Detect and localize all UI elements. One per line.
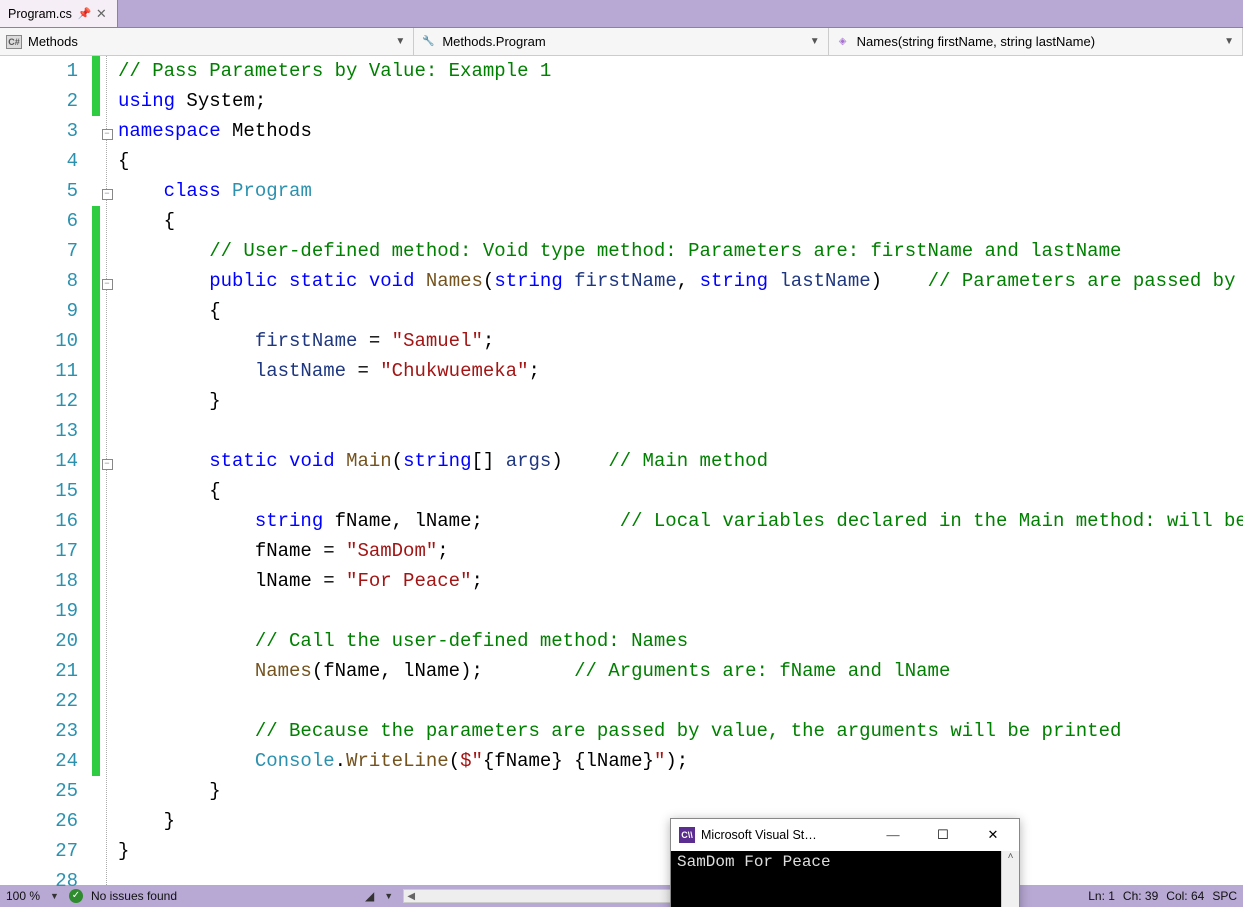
vs-app-icon: C\\ <box>679 827 695 843</box>
outline-toggle[interactable]: − <box>102 189 113 200</box>
code-line[interactable]: // Pass Parameters by Value: Example 1 <box>118 56 1243 86</box>
close-button[interactable]: ✕ <box>971 820 1015 850</box>
code-line[interactable]: fName = "SamDom"; <box>118 536 1243 566</box>
change-marker-gutter <box>92 56 100 885</box>
line-number-gutter: 1234567891011121314151617181920212223242… <box>0 56 92 885</box>
nav-scope-dropdown[interactable]: C# Methods ▼ <box>0 28 414 55</box>
outline-toggle[interactable]: − <box>102 279 113 290</box>
csharp-project-icon: C# <box>6 35 22 49</box>
code-line[interactable]: // Because the parameters are passed by … <box>118 716 1243 746</box>
tab-title: Program.cs <box>8 7 72 21</box>
outlining-gutter[interactable]: − − − − <box>100 56 114 885</box>
scroll-up-icon[interactable]: ˄ <box>1008 851 1014 862</box>
console-title-bar[interactable]: C\\ Microsoft Visual St… — ☐ ✕ <box>671 819 1019 851</box>
debug-console-window[interactable]: C\\ Microsoft Visual St… — ☐ ✕ SamDom Fo… <box>670 818 1020 907</box>
pin-icon[interactable]: 📌 <box>78 7 88 20</box>
code-line[interactable]: string fName, lName; // Local variables … <box>118 506 1243 536</box>
console-scrollbar[interactable]: ˄ ˅ <box>1001 851 1019 907</box>
scope-icon[interactable]: ◢ <box>365 889 374 903</box>
status-bar: 100 % ▼ ✓ No issues found ◢ ▼ ◀ ▶ Ln: 1 … <box>0 885 1243 907</box>
code-line[interactable]: Names(fName, lName); // Arguments are: f… <box>118 656 1243 686</box>
tab-program-cs[interactable]: Program.cs 📌 ✕ <box>0 0 118 27</box>
code-line[interactable] <box>118 686 1243 716</box>
minimize-button[interactable]: — <box>871 820 915 850</box>
code-line[interactable]: { <box>118 206 1243 236</box>
code-line[interactable]: Console.WriteLine($"{fName} {lName}"); <box>118 746 1243 776</box>
caret-char: Ch: 39 <box>1123 889 1158 903</box>
code-line[interactable]: { <box>118 476 1243 506</box>
code-line[interactable]: firstName = "Samuel"; <box>118 326 1243 356</box>
nav-type-dropdown[interactable]: 🔧 Methods.Program ▼ <box>414 28 828 55</box>
caret-col: Col: 64 <box>1166 889 1204 903</box>
chevron-down-icon: ▼ <box>393 36 407 47</box>
outline-toggle[interactable]: − <box>102 129 113 140</box>
code-line[interactable]: // User-defined method: Void type method… <box>118 236 1243 266</box>
code-line[interactable]: class Program <box>118 176 1243 206</box>
code-line[interactable]: { <box>118 146 1243 176</box>
scroll-left-icon[interactable]: ◀ <box>404 891 418 902</box>
chevron-down-icon[interactable]: ▼ <box>382 891 395 901</box>
console-title-text: Microsoft Visual St… <box>701 828 817 842</box>
method-icon: ◈ <box>835 34 851 50</box>
caret-line: Ln: 1 <box>1088 889 1115 903</box>
insert-mode: SPC <box>1212 889 1237 903</box>
code-line[interactable]: public static void Names(string firstNam… <box>118 266 1243 296</box>
code-line[interactable]: // Call the user-defined method: Names <box>118 626 1243 656</box>
chevron-down-icon: ▼ <box>808 36 822 47</box>
code-editor[interactable]: 1234567891011121314151617181920212223242… <box>0 56 1243 885</box>
nav-scope-label: Methods <box>28 34 78 49</box>
code-line[interactable]: using System; <box>118 86 1243 116</box>
code-line[interactable]: { <box>118 296 1243 326</box>
code-line[interactable]: namespace Methods <box>118 116 1243 146</box>
class-icon: 🔧 <box>420 34 436 50</box>
close-icon[interactable]: ✕ <box>94 6 109 22</box>
code-line[interactable]: } <box>118 776 1243 806</box>
nav-member-label: Names(string firstName, string lastName) <box>857 34 1095 49</box>
maximize-button[interactable]: ☐ <box>921 820 965 850</box>
nav-type-label: Methods.Program <box>442 34 545 49</box>
code-line[interactable]: static void Main(string[] args) // Main … <box>118 446 1243 476</box>
console-output: SamDom For Peace <box>671 851 1001 907</box>
nav-member-dropdown[interactable]: ◈ Names(string firstName, string lastNam… <box>829 28 1243 55</box>
code-line[interactable] <box>118 596 1243 626</box>
navigation-bar: C# Methods ▼ 🔧 Methods.Program ▼ ◈ Names… <box>0 28 1243 56</box>
code-line[interactable]: } <box>118 386 1243 416</box>
document-tab-bar: Program.cs 📌 ✕ <box>0 0 1243 28</box>
code-line[interactable]: lastName = "Chukwuemeka"; <box>118 356 1243 386</box>
code-body[interactable]: // Pass Parameters by Value: Example 1us… <box>114 56 1243 885</box>
chevron-down-icon: ▼ <box>1222 36 1236 47</box>
code-line[interactable] <box>118 416 1243 446</box>
outline-toggle[interactable]: − <box>102 459 113 470</box>
code-line[interactable]: lName = "For Peace"; <box>118 566 1243 596</box>
